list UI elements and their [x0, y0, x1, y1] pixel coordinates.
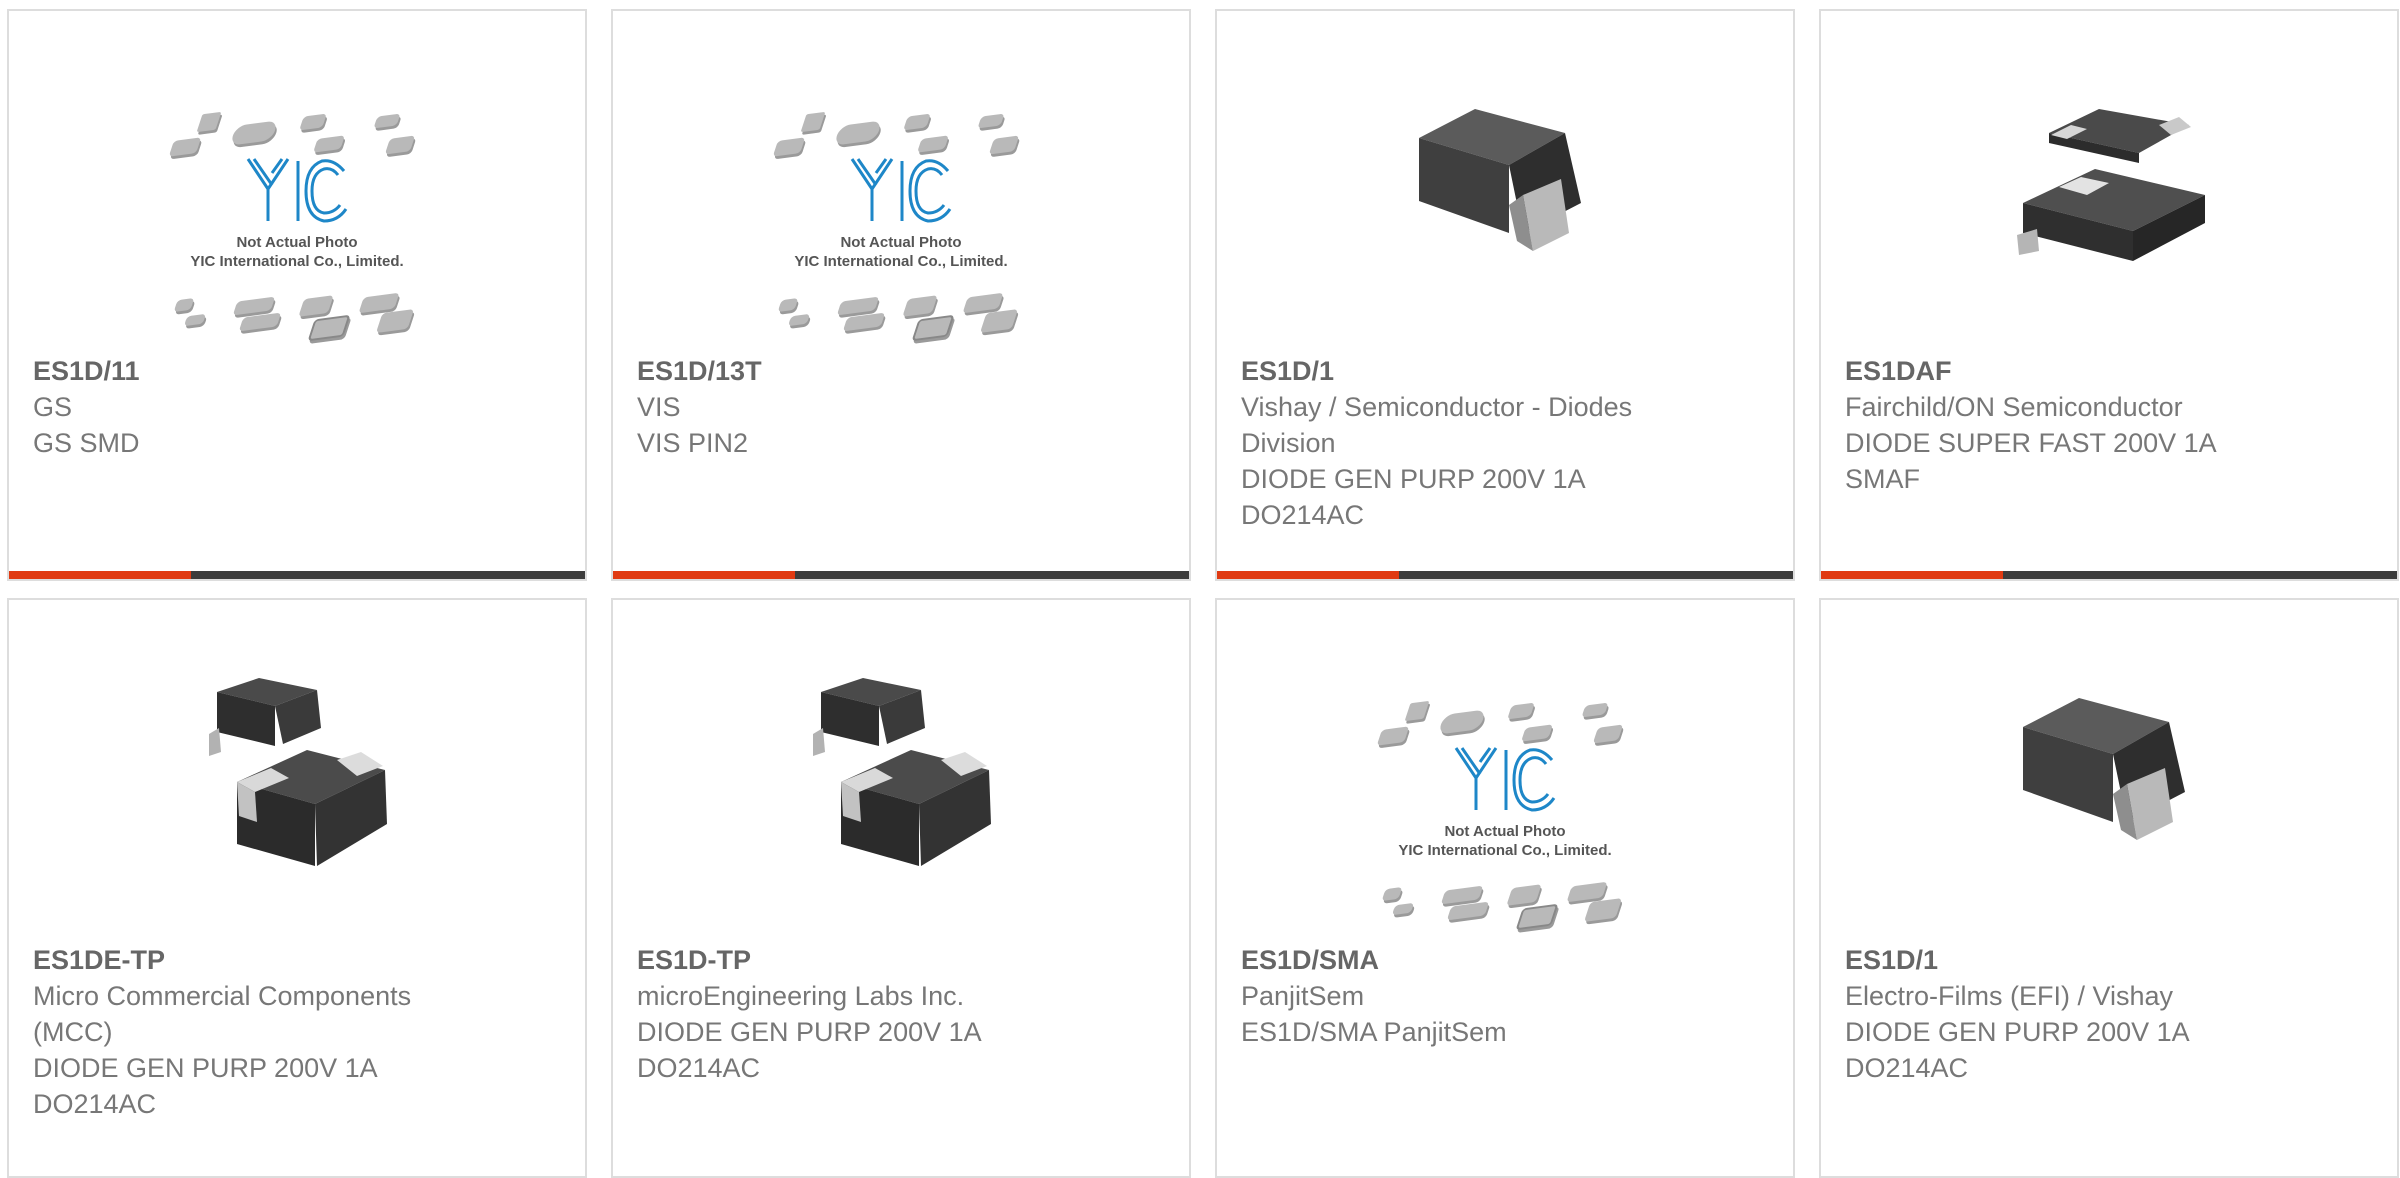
product-info: ES1D/11 GS GS SMD [33, 353, 505, 461]
product-info: ES1DAF Fairchild/ON Semiconductor DIODE … [1845, 353, 2317, 497]
caption-line-2: YIC International Co., Limited. [190, 253, 404, 270]
product-info: ES1D/1 Electro-Films (EFI) / Vishay DIOD… [1845, 942, 2317, 1086]
product-card[interactable]: ES1DAF Fairchild/ON Semiconductor DIODE … [1819, 9, 2399, 581]
card-bottom-bar [9, 571, 585, 579]
package: DO214AC [1845, 1053, 1969, 1083]
description: DIODE GEN PURP 200V 1A [1241, 464, 1586, 494]
placeholder-caption: Not Actual Photo YIC International Co., … [1370, 822, 1640, 860]
product-image-do214ac [1217, 83, 1793, 293]
card-bottom-bar [1217, 571, 1793, 579]
product-card[interactable]: ES1D/1 Vishay / Semiconductor - Diodes D… [1215, 9, 1795, 581]
manufacturer: PanjitSem [1241, 981, 1365, 1011]
product-info: ES1D-TP microEngineering Labs Inc. DIODE… [637, 942, 1109, 1086]
manufacturer: Fairchild/ON Semiconductor [1845, 392, 2183, 422]
product-card[interactable]: Not Actual Photo YIC International Co., … [7, 9, 587, 581]
caption-line-1: Not Actual Photo [236, 234, 358, 251]
description: GS SMD [33, 428, 140, 458]
card-accent-bar [9, 571, 191, 579]
description: DIODE GEN PURP 200V 1A [637, 1017, 982, 1047]
manufacturer: VIS [637, 392, 681, 422]
product-image-placeholder: Not Actual Photo YIC International Co., … [1217, 690, 1793, 931]
card-accent-bar [613, 571, 795, 579]
product-card[interactable]: ES1DE-TP Micro Commercial Components (MC… [7, 598, 587, 1178]
manufacturer: GS [33, 392, 73, 422]
product-image-dual-do214ac [9, 672, 585, 882]
package: DO214AC [33, 1089, 157, 1119]
yic-logo [766, 153, 1036, 232]
product-info: ES1D/13T VIS VIS PIN2 [637, 353, 1109, 461]
product-image-placeholder: Not Actual Photo YIC International Co., … [9, 101, 585, 342]
part-number-link[interactable]: ES1DE-TP [33, 942, 505, 978]
placeholder-caption: Not Actual Photo YIC International Co., … [766, 233, 1036, 271]
package: DO214AC [637, 1053, 761, 1083]
card-accent-bar [1217, 571, 1399, 579]
package: SMAF [1845, 464, 1921, 494]
description: DIODE GEN PURP 200V 1A [1845, 1017, 2190, 1047]
card-accent-bar [1821, 571, 2003, 579]
product-card[interactable]: Not Actual Photo YIC International Co., … [1215, 598, 1795, 1178]
caption-line-2: YIC International Co., Limited. [794, 253, 1008, 270]
product-grid: Not Actual Photo YIC International Co., … [0, 0, 2400, 1178]
description: VIS PIN2 [637, 428, 749, 458]
caption-line-1: Not Actual Photo [1444, 823, 1566, 840]
product-info: ES1D/1 Vishay / Semiconductor - Diodes D… [1241, 353, 1713, 533]
product-image-smaf [1821, 83, 2397, 293]
product-image-placeholder: Not Actual Photo YIC International Co., … [613, 101, 1189, 342]
product-card[interactable]: Not Actual Photo YIC International Co., … [611, 9, 1191, 581]
description: ES1D/SMA PanjitSem [1241, 1017, 1507, 1047]
manufacturer: Electro-Films (EFI) / Vishay [1845, 981, 2174, 1011]
description: DIODE GEN PURP 200V 1A [33, 1053, 378, 1083]
part-number-link[interactable]: ES1D/1 [1241, 353, 1713, 389]
card-bottom-bar [1821, 571, 2397, 579]
caption-line-1: Not Actual Photo [840, 234, 962, 251]
package: DO214AC [1241, 500, 1365, 530]
part-number-link[interactable]: ES1D/1 [1845, 942, 2317, 978]
caption-line-2: YIC International Co., Limited. [1398, 842, 1612, 859]
product-card[interactable]: ES1D-TP microEngineering Labs Inc. DIODE… [611, 598, 1191, 1178]
product-info: ES1DE-TP Micro Commercial Components (MC… [33, 942, 505, 1122]
product-image-do214ac [1821, 672, 2397, 882]
part-number-link[interactable]: ES1D/13T [637, 353, 1109, 389]
description: DIODE SUPER FAST 200V 1A [1845, 428, 2217, 458]
manufacturer-continued: (MCC) [33, 1017, 113, 1047]
manufacturer: Vishay / Semiconductor - Diodes [1241, 392, 1633, 422]
manufacturer: microEngineering Labs Inc. [637, 981, 965, 1011]
part-number-link[interactable]: ES1D-TP [637, 942, 1109, 978]
part-number-link[interactable]: ES1D/SMA [1241, 942, 1713, 978]
yic-logo [162, 153, 432, 232]
yic-logo [1370, 742, 1640, 821]
product-image-dual-do214ac [613, 672, 1189, 882]
product-card[interactable]: ES1D/1 Electro-Films (EFI) / Vishay DIOD… [1819, 598, 2399, 1178]
manufacturer: Micro Commercial Components [33, 981, 412, 1011]
part-number-link[interactable]: ES1DAF [1845, 353, 2317, 389]
card-bottom-bar [613, 571, 1189, 579]
product-info: ES1D/SMA PanjitSem ES1D/SMA PanjitSem [1241, 942, 1713, 1050]
part-number-link[interactable]: ES1D/11 [33, 353, 505, 389]
placeholder-caption: Not Actual Photo YIC International Co., … [162, 233, 432, 271]
manufacturer-continued: Division [1241, 428, 1336, 458]
